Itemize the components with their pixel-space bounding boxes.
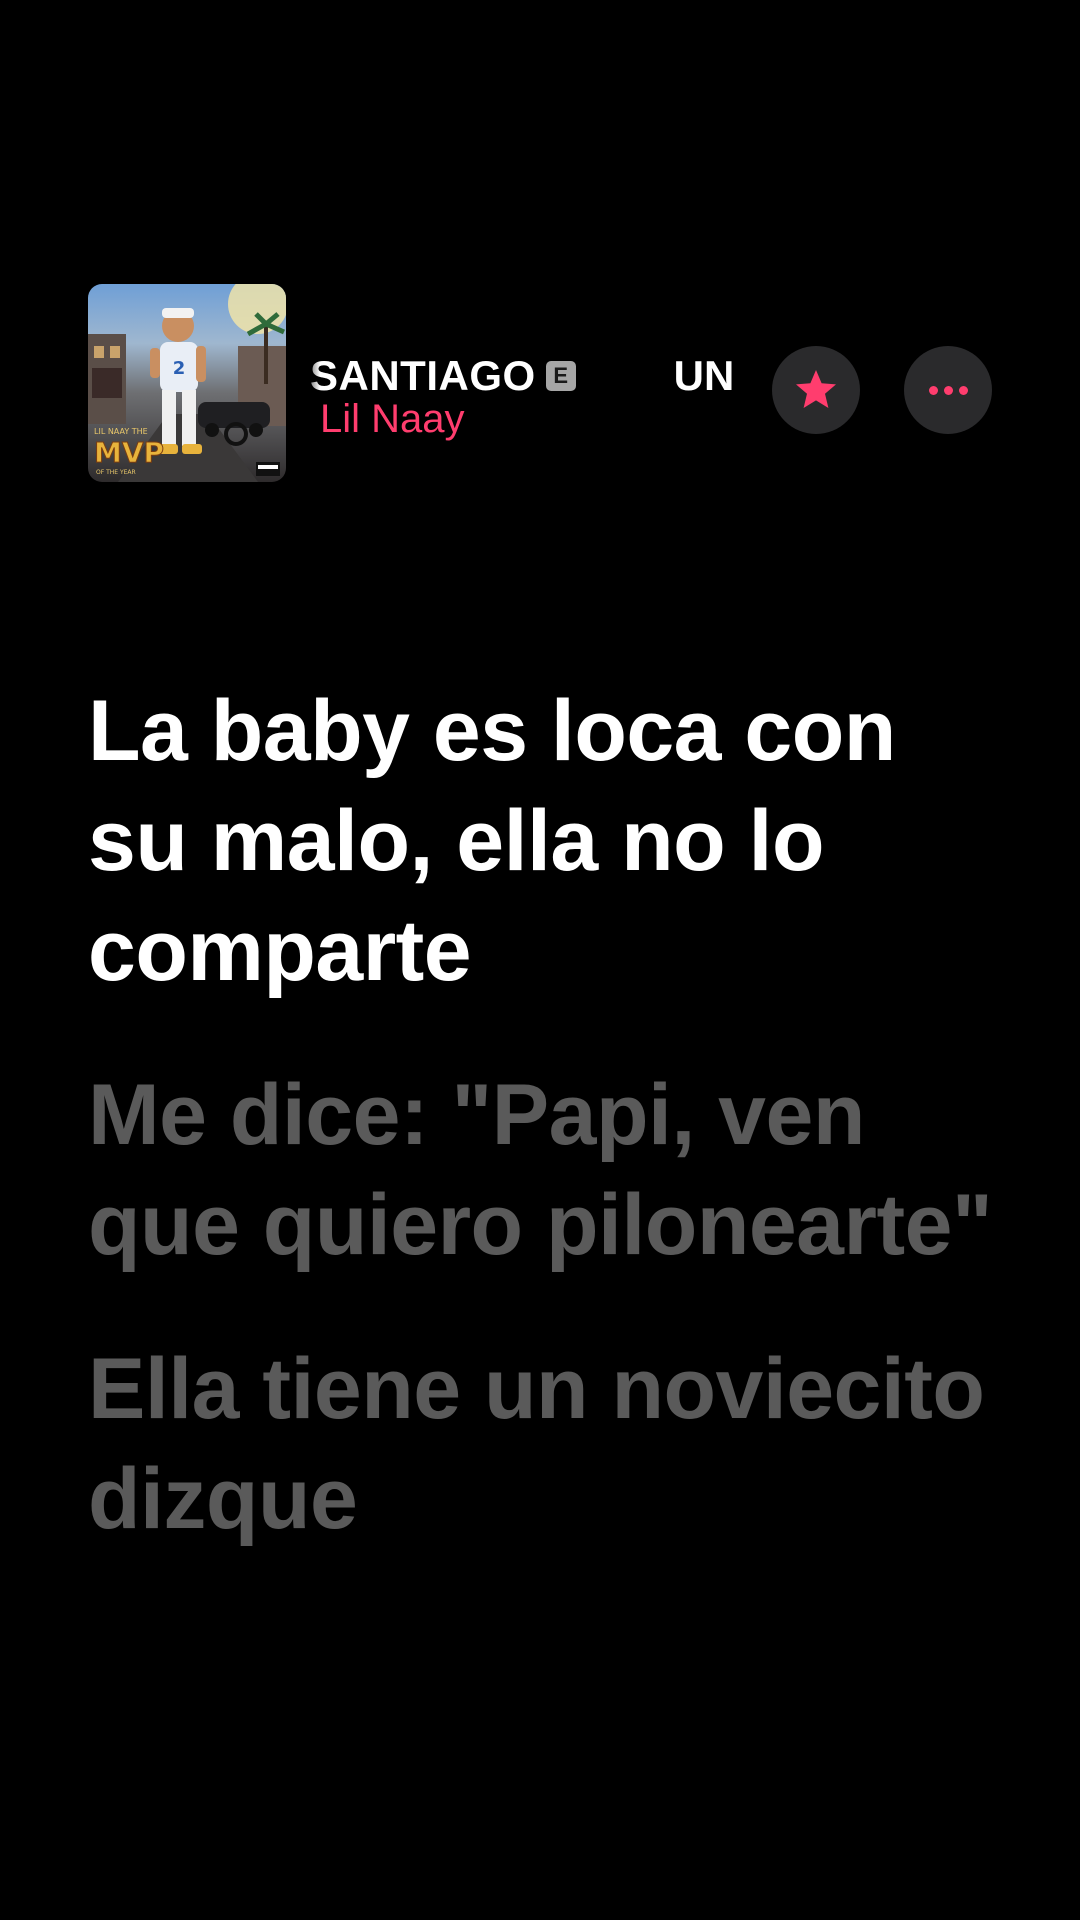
svg-text:MVP: MVP	[94, 436, 164, 469]
star-icon	[796, 370, 836, 408]
svg-text:2: 2	[173, 358, 186, 379]
lyric-line[interactable]: Me dice: "Papi, ven que quiero piloneart…	[88, 1060, 1008, 1280]
ellipsis-icon	[928, 385, 968, 395]
explicit-badge: E	[545, 361, 576, 391]
artist-name[interactable]: Lil Naay	[320, 397, 465, 442]
favorite-button[interactable]	[772, 346, 860, 434]
lyric-line[interactable]: Ella tiene un noviecito dizque	[88, 1334, 1008, 1554]
now-playing-header: 2 LIL NAAY THE MVP OF THE YEAR SANTIAGO …	[0, 280, 1080, 486]
lyric-line-active[interactable]: La baby es loca con su malo, ella no lo …	[88, 676, 1008, 1006]
more-options-button[interactable]	[904, 346, 992, 434]
lyrics-view[interactable]: La baby es loca con su malo, ella no lo …	[88, 676, 1008, 1680]
album-artwork-illustration: 2 LIL NAAY THE MVP OF THE YEAR	[88, 284, 286, 482]
svg-text:LIL NAAY THE: LIL NAAY THE	[94, 427, 148, 436]
album-artwork[interactable]: 2 LIL NAAY THE MVP OF THE YEAR	[88, 284, 286, 482]
svg-text:OF THE YEAR: OF THE YEAR	[96, 469, 136, 476]
song-title: SANTIAGO	[310, 352, 536, 399]
song-title-marquee-continuation: UN	[673, 352, 735, 399]
